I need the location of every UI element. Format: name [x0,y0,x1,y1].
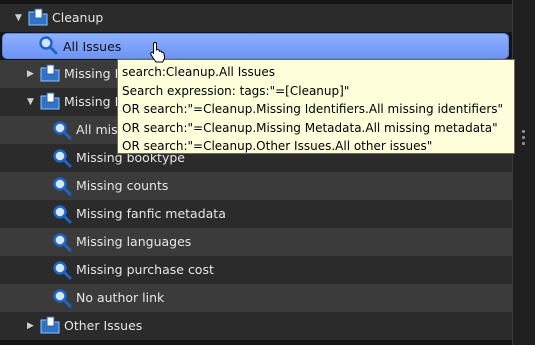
expanded-triangle-icon[interactable]: ▼ [15,13,25,23]
tree-label: Missing I [64,66,119,81]
folder-icon [40,63,60,83]
tree-row-item[interactable]: No author link [0,284,512,312]
magnifier-icon [52,232,72,252]
tree-label: Missing purchase cost [76,262,214,277]
magnifier-icon [38,35,58,55]
tree-row-item[interactable]: Missing fanfic metadata [0,200,512,228]
tree-row-item[interactable]: Missing counts [0,172,512,200]
folder-icon [40,91,60,111]
magnifier-icon [52,176,72,196]
tree-label: No author link [76,290,165,305]
splitter-grip-icon[interactable] [522,130,526,150]
tooltip-line: search:Cleanup.All Issues [122,65,275,79]
tree-label: All mis [76,122,118,137]
magnifier-icon [52,288,72,308]
tree-label: Cleanup [52,10,104,25]
tooltip: search:Cleanup.All Issues Search express… [117,59,515,154]
tooltip-line: OR search:"=Cleanup.Missing Metadata.All… [122,120,498,135]
magnifier-icon [52,148,72,168]
collapsed-triangle-icon[interactable]: ▶ [27,69,37,79]
folder-icon [40,315,60,335]
tooltip-line: OR search:"=Cleanup.Other Issues.All oth… [122,139,433,153]
tree-label: All Issues [63,39,122,54]
tooltip-line: OR search:"=Cleanup.Missing Identifiers.… [122,102,504,116]
tree-row-all-issues[interactable]: All Issues [2,33,509,59]
tree-label: Missing counts [76,178,169,193]
vertical-scrollbar[interactable] [512,0,535,345]
magnifier-icon [52,260,72,280]
folder-icon [28,7,48,27]
collapsed-triangle-icon[interactable]: ▶ [27,321,37,331]
magnifier-icon [52,120,72,140]
tag-browser-tree: ▼ Cleanup All Issues ▶ Missing I ▼ Missi… [0,0,512,345]
tree-row-item[interactable]: Missing purchase cost [0,256,512,284]
tree-row-other-issues[interactable]: ▶ Other Issues [0,312,512,340]
tree-label: Missing languages [76,234,192,249]
tree-label: Missing fanfic metadata [76,206,226,221]
tree-label: Other Issues [64,318,143,333]
tree-row-item[interactable]: Missing languages [0,228,512,256]
hand-cursor-icon [150,41,166,63]
expanded-triangle-icon[interactable]: ▼ [27,97,37,107]
tooltip-line: Search expression: tags:"=[Cleanup]" [122,83,350,98]
magnifier-icon [52,204,72,224]
tree-row-cleanup[interactable]: ▼ Cleanup [0,4,512,32]
